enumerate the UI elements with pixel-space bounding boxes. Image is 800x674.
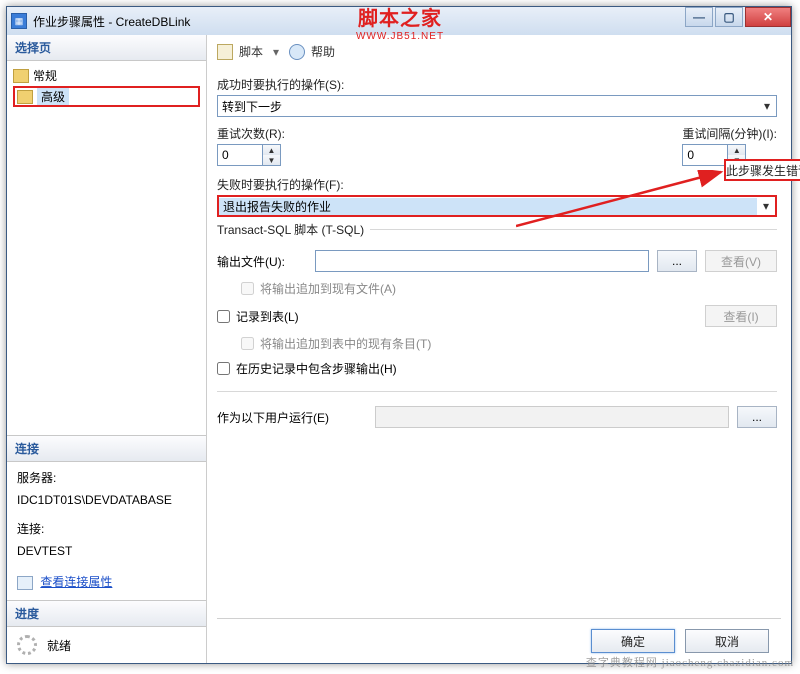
tsql-group-label: Transact-SQL 脚本 (T-SQL) [217, 221, 370, 238]
runas-label: 作为以下用户运行(E) [217, 409, 367, 426]
log-table-checkbox[interactable] [217, 310, 230, 323]
fail-action-label: 失败时要执行的操作(F): [217, 176, 777, 193]
annotation-callout: 此步骤发生错误时执行的操作 [724, 159, 800, 181]
connection-value: DEVTEST [17, 541, 196, 563]
sidebar: 选择页 常规 高级 连接 服务器: IDC1DT01S\DEVDATABASE … [7, 35, 207, 663]
retry-interval-input[interactable] [682, 144, 728, 166]
log-table-label: 记录到表(L) [236, 308, 299, 325]
runas-input [375, 406, 729, 428]
fail-action-combo[interactable]: 退出报告失败的作业 ▾ [217, 195, 777, 217]
append-table-label: 将输出追加到表中的现有条目(T) [260, 335, 431, 352]
browse-button[interactable]: ... [657, 250, 697, 272]
ok-button[interactable]: 确定 [591, 629, 675, 653]
nav-item-general[interactable]: 常规 [13, 65, 200, 86]
include-history-label: 在历史记录中包含步骤输出(H) [236, 360, 397, 377]
success-action-label: 成功时要执行的操作(S): [217, 76, 777, 93]
toolbar: 脚本 ▾ 帮助 [217, 41, 781, 66]
spin-up-button[interactable]: ▲ [263, 145, 280, 155]
view-output-button: 查看(V) [705, 250, 777, 272]
script-button[interactable]: 脚本 [239, 43, 263, 60]
page-icon [17, 90, 33, 104]
connection-header: 连接 [7, 436, 206, 462]
page-icon [13, 69, 29, 83]
server-value: IDC1DT01S\DEVDATABASE [17, 490, 196, 512]
include-history-checkbox[interactable] [217, 362, 230, 375]
chevron-down-icon[interactable]: ▾ [757, 196, 775, 216]
connection-label: 连接: [17, 519, 196, 541]
append-table-checkbox [241, 337, 254, 350]
append-file-checkbox [241, 282, 254, 295]
maximize-button[interactable]: ▢ [715, 7, 743, 27]
dialog-window: ▦ 作业步骤属性 - CreateDBLink — ▢ ✕ 选择页 常规 高级 … [6, 6, 792, 664]
connection-props-icon [17, 576, 33, 590]
select-page-header: 选择页 [7, 35, 206, 61]
app-icon: ▦ [11, 13, 27, 29]
progress-spinner-icon [17, 635, 37, 655]
server-label: 服务器: [17, 468, 196, 490]
spin-down-button[interactable]: ▼ [263, 155, 280, 165]
chevron-down-icon[interactable]: ▾ [758, 96, 776, 116]
minimize-button[interactable]: — [685, 7, 713, 27]
append-file-label: 将输出追加到现有文件(A) [260, 280, 396, 297]
success-action-combo[interactable]: 转到下一步 ▾ [217, 95, 777, 117]
help-icon [289, 44, 305, 60]
page-watermark: 查字典教程网 jiaocheng.chazidian.com [586, 654, 794, 670]
help-button[interactable]: 帮助 [311, 43, 335, 60]
cancel-button[interactable]: 取消 [685, 629, 769, 653]
output-file-label: 输出文件(U): [217, 253, 307, 270]
nav-item-advanced[interactable]: 高级 [13, 86, 200, 107]
retry-interval-label: 重试间隔(分钟)(I): [682, 125, 777, 142]
progress-status: 就绪 [47, 637, 71, 654]
runas-browse-button[interactable]: ... [737, 406, 777, 428]
script-icon [217, 44, 233, 60]
brand-watermark: 脚本之家 WWW.JB51.NET [356, 2, 444, 42]
dropdown-icon[interactable]: ▾ [273, 45, 279, 59]
output-file-input[interactable] [315, 250, 649, 272]
view-connection-props-link[interactable]: 查看连接属性 [40, 575, 112, 589]
retry-count-input[interactable] [217, 144, 263, 166]
main-panel: 脚本 ▾ 帮助 成功时要执行的操作(S): 转到下一步 ▾ 重试次数(R): [207, 35, 791, 663]
view-table-button: 查看(I) [705, 305, 777, 327]
retry-count-label: 重试次数(R): [217, 125, 285, 142]
progress-header: 进度 [7, 601, 206, 627]
close-button[interactable]: ✕ [745, 7, 791, 27]
spin-up-button[interactable]: ▲ [728, 145, 745, 155]
